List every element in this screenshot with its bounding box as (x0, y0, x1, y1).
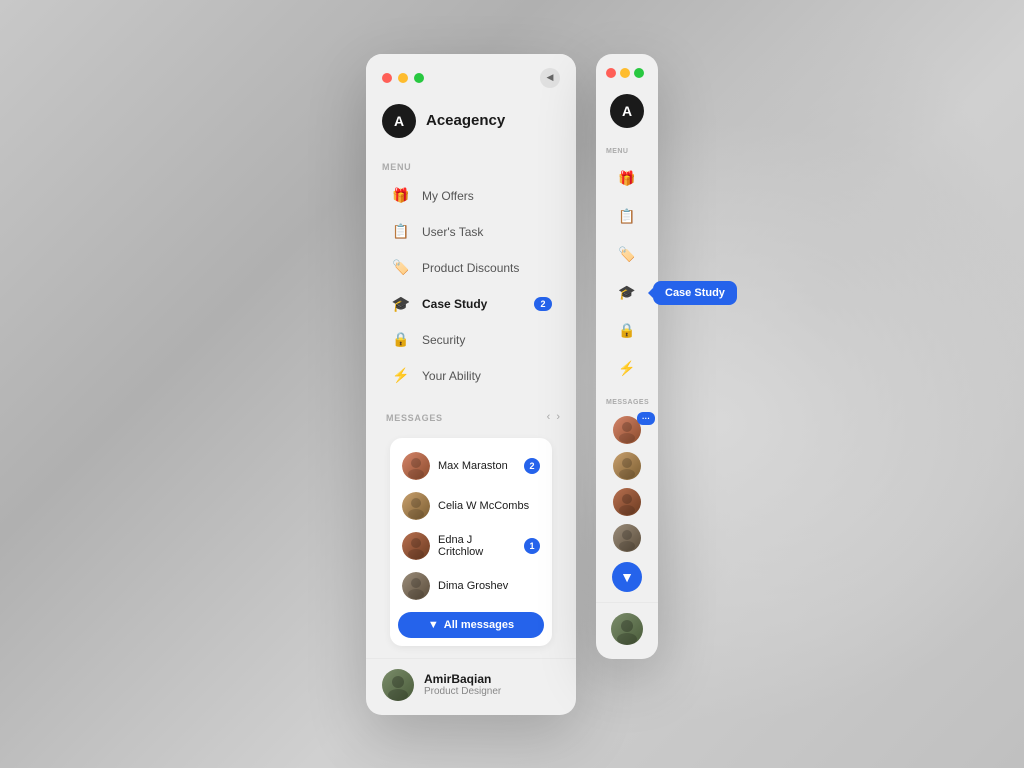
message-item-celia[interactable]: Celia W McCombs (398, 486, 544, 526)
collapsed-sidebar-item-your-ability[interactable]: ⚡ (609, 351, 645, 387)
task-icon: 📋 (390, 221, 412, 243)
window-controls: ◀ (382, 68, 560, 88)
collapsed-profile-avatar (611, 613, 643, 645)
sidebar-item-product-discounts[interactable]: 🏷️ Product Discounts (382, 250, 560, 286)
maximize-dot-collapsed[interactable] (634, 68, 644, 78)
message-item-dima[interactable]: Dima Groshev (398, 566, 544, 606)
collapsed-avatar-edna[interactable] (613, 488, 641, 516)
collapsed-menu-label: MENU (606, 148, 628, 155)
all-messages-button[interactable]: ▼ All messages (398, 612, 544, 638)
sidebar-item-label: Your Ability (422, 369, 552, 383)
sidebar-item-label: User's Task (422, 225, 552, 239)
collapsed-avatar-max[interactable]: ··· (613, 416, 641, 444)
collapsed-window-controls (606, 68, 644, 78)
avatar-dima (402, 572, 430, 600)
collapsed-message-badge: ··· (637, 412, 655, 425)
sidebar-item-label: My Offers (422, 189, 552, 203)
panel-header: ◀ A Aceagency (366, 54, 576, 152)
avatar-edna (402, 532, 430, 560)
message-name-dima: Dima Groshev (438, 580, 540, 592)
messages-section-label: MESSAGES (386, 413, 443, 423)
avatar-max (402, 452, 430, 480)
message-badge-edna: 1 (524, 538, 540, 554)
minimize-dot-collapsed[interactable] (620, 68, 630, 78)
message-name-edna: Edna J Critchlow (438, 534, 516, 558)
collapsed-messages-section: MESSAGES ··· ▼ (596, 393, 658, 598)
message-item-max[interactable]: Max Maraston 2 (398, 446, 544, 486)
brand-row: A Aceagency (382, 104, 560, 138)
collapsed-avatar-dima[interactable] (613, 524, 641, 552)
next-arrow[interactable]: › (556, 411, 560, 423)
collapsed-sidebar-item-users-task[interactable]: 📋 (609, 199, 645, 235)
all-messages-label: All messages (444, 619, 514, 631)
collapsed-messages-label: MESSAGES (606, 399, 649, 406)
menu-section: MENU 🎁 My Offers 📋 User's Task 🏷️ Produc… (366, 152, 576, 404)
profile-name: AmirBaqian (424, 672, 560, 686)
collapse-button[interactable]: ◀ (540, 68, 560, 88)
case-study-badge: 2 (534, 297, 552, 311)
close-dot[interactable] (382, 73, 392, 83)
collapsed-all-messages-icon: ▼ (620, 569, 634, 585)
panels-container: ◀ A Aceagency MENU 🎁 My Offers 📋 User's … (366, 54, 658, 715)
message-badge-max: 2 (524, 458, 540, 474)
tag-icon: 🏷️ (390, 257, 412, 279)
message-name-max: Max Maraston (438, 460, 516, 472)
message-item-edna[interactable]: Edna J Critchlow 1 (398, 526, 544, 566)
expanded-panel: ◀ A Aceagency MENU 🎁 My Offers 📋 User's … (366, 54, 576, 715)
collapsed-sidebar-item-product-discounts[interactable]: 🏷️ (609, 237, 645, 273)
messages-header: MESSAGES ‹ › (378, 404, 564, 434)
sidebar-item-users-task[interactable]: 📋 User's Task (382, 214, 560, 250)
brand-logo: A (382, 104, 416, 138)
profile-role: Product Designer (424, 686, 560, 697)
collapsed-panel: A MENU 🎁 📋 🏷️ 🎓 Case Study 🔒 ⚡ MESSAGES (596, 54, 658, 659)
minimize-dot[interactable] (398, 73, 408, 83)
sidebar-item-label: Security (422, 333, 552, 347)
collapsed-menu-section: MENU 🎁 📋 🏷️ 🎓 Case Study 🔒 ⚡ (596, 142, 658, 393)
messages-list: Max Maraston 2 Celia W McCombs (390, 438, 552, 646)
profile-info: AmirBaqian Product Designer (424, 672, 560, 697)
menu-section-label: MENU (382, 162, 560, 172)
avatar-celia (402, 492, 430, 520)
gift-icon: 🎁 (390, 185, 412, 207)
collapsed-profile-footer[interactable] (596, 602, 658, 659)
message-name-celia: Celia W McCombs (438, 500, 540, 512)
sidebar-item-your-ability[interactable]: ⚡ Your Ability (382, 358, 560, 394)
window-dots (382, 73, 424, 83)
collapsed-avatar-celia[interactable] (613, 452, 641, 480)
ability-icon: ⚡ (390, 365, 412, 387)
collapsed-sidebar-item-case-study-wrapper: 🎓 Case Study (609, 275, 645, 311)
collapsed-sidebar-item-case-study[interactable]: 🎓 (609, 275, 645, 311)
collapsed-all-messages-button[interactable]: ▼ (612, 562, 642, 592)
all-messages-icon: ▼ (428, 619, 439, 631)
sidebar-item-my-offers[interactable]: 🎁 My Offers (382, 178, 560, 214)
graduation-icon: 🎓 (390, 293, 412, 315)
brand-name: Aceagency (426, 112, 505, 129)
collapsed-sidebar-item-security[interactable]: 🔒 (609, 313, 645, 349)
lock-icon: 🔒 (390, 329, 412, 351)
sidebar-item-security[interactable]: 🔒 Security (382, 322, 560, 358)
profile-footer[interactable]: AmirBaqian Product Designer (366, 658, 576, 715)
profile-avatar (382, 669, 414, 701)
sidebar-item-case-study[interactable]: 🎓 Case Study 2 (382, 286, 560, 322)
prev-arrow[interactable]: ‹ (547, 411, 551, 423)
collapsed-brand-logo: A (610, 94, 644, 128)
collapsed-sidebar-item-my-offers[interactable]: 🎁 (609, 161, 645, 197)
nav-arrows: ‹ › (547, 411, 560, 423)
maximize-dot[interactable] (414, 73, 424, 83)
collapsed-header: A (596, 54, 658, 142)
sidebar-item-label: Product Discounts (422, 261, 552, 275)
messages-outer: MESSAGES ‹ › Max Maraston 2 (366, 404, 576, 646)
sidebar-item-label: Case Study (422, 297, 524, 311)
case-study-tooltip: Case Study (653, 281, 737, 305)
close-dot-collapsed[interactable] (606, 68, 616, 78)
